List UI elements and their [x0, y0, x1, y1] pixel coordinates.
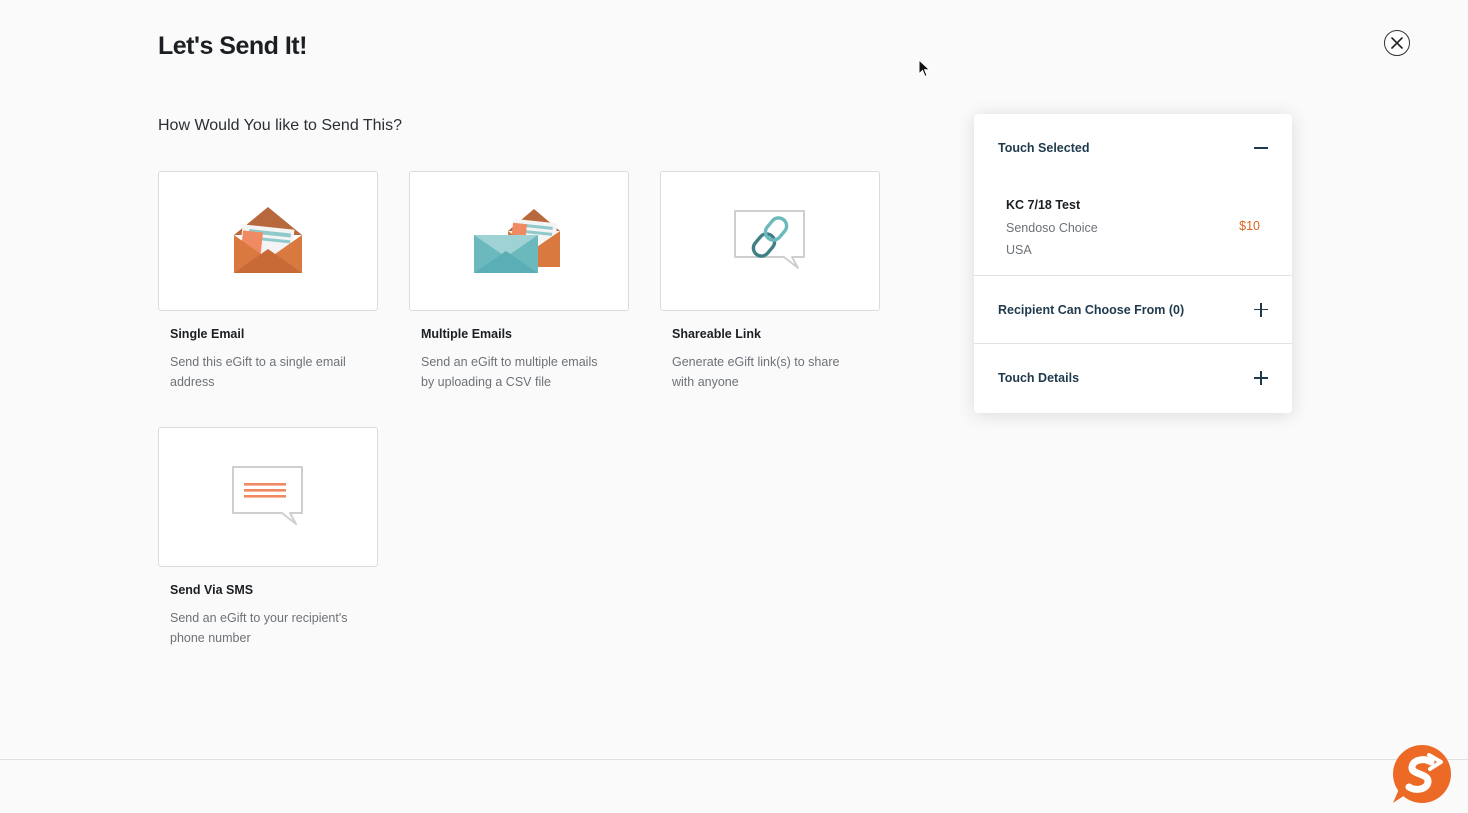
option-shareable-link[interactable]: Shareable Link Generate eGift link(s) to… — [660, 171, 880, 392]
recipient-choose-label: Recipient Can Choose From (0) — [998, 302, 1185, 317]
touch-details-label: Touch Details — [998, 371, 1080, 385]
option-description: Send an eGift to your recipient's phone … — [170, 611, 348, 645]
touch-brand: Sendoso Choice — [1006, 221, 1098, 235]
shareable-link-icon — [734, 210, 805, 269]
option-multiple-emails[interactable]: Multiple Emails Send an eGift to multipl… — [409, 171, 629, 392]
multiple-emails-icon — [474, 209, 560, 273]
sms-icon — [232, 466, 303, 525]
option-title: Multiple Emails — [421, 327, 512, 341]
touch-summary-panel: Touch Selected KC 7/18 Test Sendoso Choi… — [974, 114, 1292, 413]
close-button[interactable] — [1384, 30, 1410, 56]
option-description: Generate eGift link(s) to share with any… — [672, 355, 840, 389]
option-tile[interactable] — [158, 171, 378, 311]
touch-selected-label: Touch Selected — [998, 141, 1090, 155]
collapse-minus-icon[interactable] — [1254, 141, 1268, 155]
option-single-email[interactable]: Single Email Send this eGift to a single… — [158, 171, 378, 392]
footer-divider — [0, 759, 1468, 760]
option-title: Single Email — [170, 327, 245, 341]
touch-name: KC 7/18 Test — [1006, 198, 1081, 212]
option-tile[interactable] — [660, 171, 880, 311]
option-tile[interactable] — [158, 427, 378, 567]
close-icon — [1391, 37, 1403, 49]
touch-price: $10 — [1239, 219, 1260, 233]
touch-country: USA — [1006, 243, 1032, 257]
expand-plus-icon[interactable] — [1254, 371, 1268, 385]
page-title: Let's Send It! — [158, 32, 307, 60]
touch-selected-header[interactable]: Touch Selected — [974, 114, 1292, 182]
touch-item: KC 7/18 Test Sendoso Choice USA $10 — [974, 182, 1292, 276]
section-heading: How Would You like to Send This? — [158, 117, 403, 134]
option-title: Shareable Link — [672, 327, 761, 341]
single-email-icon — [234, 207, 302, 273]
expand-plus-icon[interactable] — [1254, 302, 1268, 317]
option-tile[interactable] — [409, 171, 629, 311]
mouse-cursor-icon — [918, 59, 931, 78]
option-description: Send this eGift to a single email addres… — [170, 355, 346, 389]
touch-details-header[interactable]: Touch Details — [974, 344, 1292, 412]
recipient-choose-header[interactable]: Recipient Can Choose From (0) — [974, 276, 1292, 344]
sendoso-logo-icon[interactable] — [1391, 745, 1453, 805]
option-title: Send Via SMS — [170, 583, 254, 597]
option-send-via-sms[interactable]: Send Via SMS Send an eGift to your recip… — [158, 427, 378, 648]
option-description: Send an eGift to multiple emails by uplo… — [421, 355, 598, 389]
